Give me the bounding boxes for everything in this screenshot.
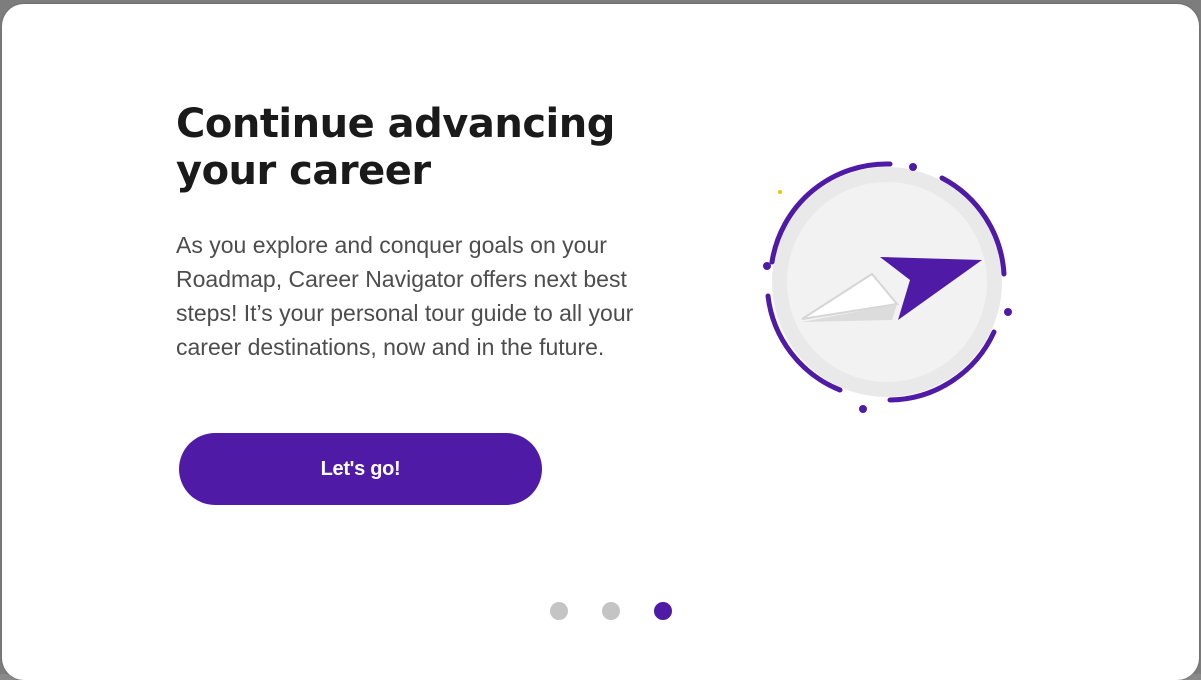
pagination-dot-1[interactable] [550, 602, 568, 620]
description-text: As you explore and conquer goals on your… [176, 232, 634, 360]
page-title: Continue advancing your career [176, 101, 615, 194]
lets-go-button[interactable]: Let's go! [179, 433, 542, 505]
pagination-dot-3[interactable] [654, 602, 672, 620]
pagination-dots [550, 600, 672, 622]
compass-arrow-icon [763, 161, 1012, 413]
pagination-dot-2[interactable] [602, 602, 620, 620]
onboarding-modal: Continue advancing your career As you ex… [2, 4, 1199, 680]
